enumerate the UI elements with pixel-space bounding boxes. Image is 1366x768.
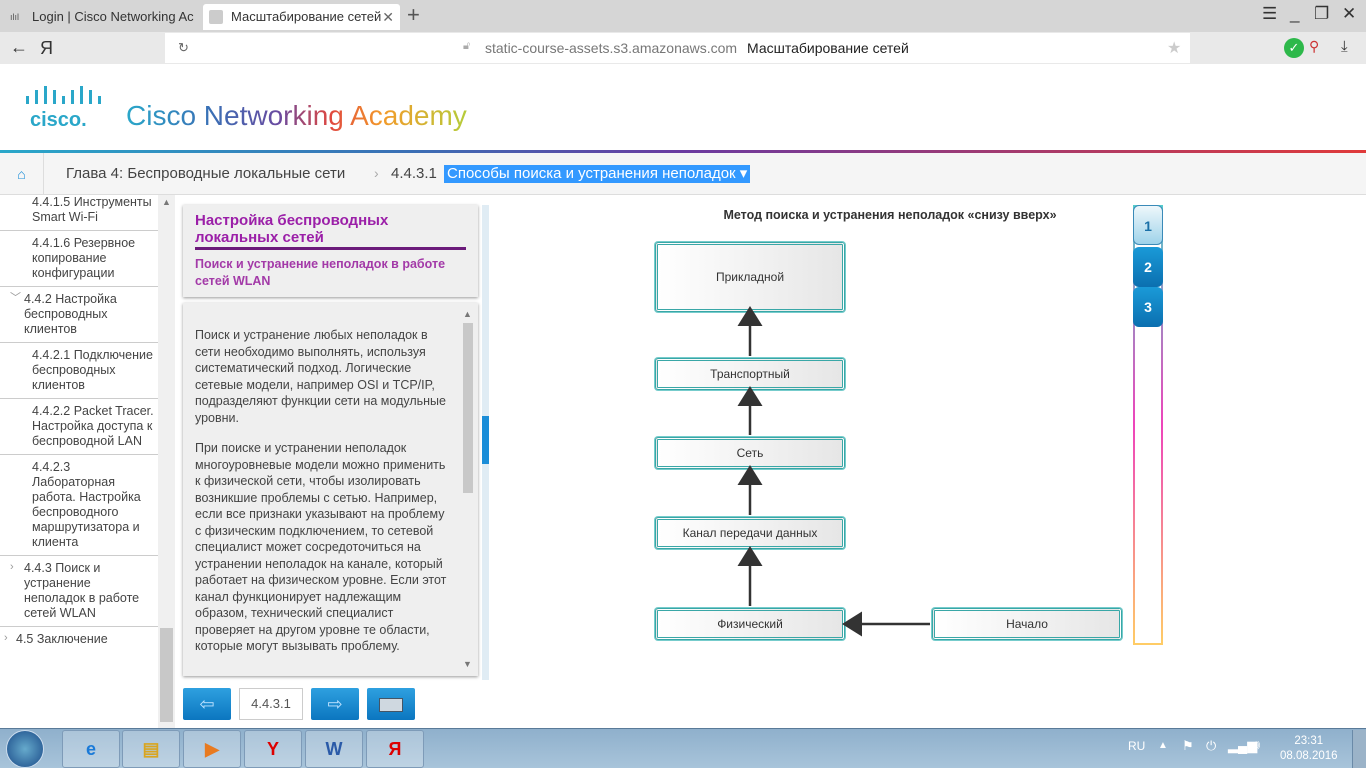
show-desktop-button[interactable] xyxy=(1352,730,1366,768)
breadcrumb-section-dropdown[interactable]: Способы поиска и устранения неполадок ▾ xyxy=(444,165,751,183)
chevron-right-icon: › xyxy=(374,165,379,181)
text-scroll-thumb[interactable] xyxy=(463,323,473,493)
chevron-right-icon: › xyxy=(4,632,8,644)
sidebar-item[interactable]: › 4.4.3 Поиск и устранение неполадок в ра… xyxy=(0,556,158,627)
bookmark-star-icon[interactable]: ★ xyxy=(1167,38,1181,58)
ie-icon[interactable]: e xyxy=(62,730,120,768)
prev-button[interactable]: ⇦ xyxy=(183,688,231,720)
next-button[interactable]: ⇨ xyxy=(311,688,359,720)
download-icon[interactable]: ⤓ xyxy=(1341,38,1348,55)
menu-icon[interactable]: ☰ xyxy=(1262,4,1277,24)
minimize-button[interactable]: _ xyxy=(1290,4,1299,24)
scroll-up-icon[interactable]: ▲ xyxy=(463,309,472,319)
svg-text:cisco.: cisco. xyxy=(30,109,87,128)
yandex-browser-icon[interactable]: Y xyxy=(244,730,302,768)
scroll-down-icon[interactable]: ▼ xyxy=(463,659,472,669)
yandex-button[interactable]: Я xyxy=(40,38,53,59)
sidebar-item[interactable]: 4.4.1.5 Инструменты Smart Wi-Fi xyxy=(0,195,158,231)
sidebar-scroll-thumb[interactable] xyxy=(160,628,173,722)
yandex-icon[interactable]: Я xyxy=(366,730,424,768)
step-1-button[interactable]: 1 xyxy=(1133,205,1163,245)
sidebar-item[interactable]: 4.4.2.2 Packet Tracer. Настройка доступа… xyxy=(0,399,158,455)
start-box[interactable]: Начало xyxy=(932,608,1122,640)
url-text[interactable]: static-course-assets.s3.amazonaws.com xyxy=(485,40,737,56)
sidebar: 4.4.1.5 Инструменты Smart Wi-Fi 4.4.1.6 … xyxy=(0,195,158,728)
lock-icon: 🔓︎ xyxy=(463,40,471,52)
back-button[interactable]: ← xyxy=(10,37,28,58)
panel-subtitle: Поиск и устранение неполадок в работе се… xyxy=(195,257,446,288)
content-scroll-thumb[interactable] xyxy=(482,416,489,464)
close-tab-icon[interactable]: ✕ xyxy=(382,4,394,30)
title-underline xyxy=(195,247,466,250)
clock[interactable]: 23:31 08.08.2016 xyxy=(1280,734,1338,764)
tab-active[interactable]: Масштабирование сетей ✕ xyxy=(203,4,400,30)
new-tab-button[interactable]: + xyxy=(407,2,420,28)
cisco-icon: ılıl xyxy=(10,12,19,22)
restore-button[interactable]: ❐ xyxy=(1314,4,1329,24)
sidebar-item[interactable]: 4.4.1.6 Резервное копирование конфигурац… xyxy=(0,231,158,287)
sidebar-item[interactable]: 4.4.2.1 Подключение беспроводных клиенто… xyxy=(0,343,158,399)
fullscreen-button[interactable] xyxy=(367,688,415,720)
action-center-flag-icon[interactable]: ⚑ xyxy=(1182,738,1194,754)
word-icon[interactable]: W xyxy=(305,730,363,768)
page-number-field[interactable]: 4.4.3.1 xyxy=(239,688,303,720)
chevron-right-icon: › xyxy=(10,561,14,573)
text-panel: Поиск и устранение любых неполадок в сет… xyxy=(183,303,478,676)
language-indicator[interactable]: RU xyxy=(1128,739,1145,753)
sidebar-item[interactable]: 4.4.2.3 Лабораторная работа. Настройка б… xyxy=(0,455,158,556)
breadcrumb-chapter[interactable]: Глава 4: Беспроводные локальные сети xyxy=(66,165,345,182)
scroll-up-icon[interactable]: ▲ xyxy=(162,197,171,207)
paragraph: При поиске и устранении неполадок многоу… xyxy=(195,441,447,653)
step-2-button[interactable]: 2 xyxy=(1133,247,1163,287)
sidebar-item[interactable]: › 4.5 Заключение xyxy=(0,627,158,652)
home-icon[interactable]: ⌂ xyxy=(0,153,44,195)
diagram-arrows xyxy=(737,306,930,637)
extension-icon[interactable]: ⚲ xyxy=(1309,38,1319,55)
panel-title: Настройка беспроводных локальных сетей xyxy=(195,212,389,246)
breadcrumb-section-number: 4.4.3.1 xyxy=(391,165,437,182)
sidebar-item[interactable]: ﹀ 4.4.2 Настройка беспроводных клиентов xyxy=(0,287,158,343)
power-icon[interactable]: ⏻ xyxy=(1206,738,1216,754)
media-player-icon[interactable]: ▶ xyxy=(183,730,241,768)
diagram-title: Метод поиска и устранения неполадок «сни… xyxy=(723,208,1057,222)
step-3-button[interactable]: 3 xyxy=(1133,287,1163,327)
cisco-logo: cisco. xyxy=(24,84,106,133)
start-button[interactable] xyxy=(6,730,44,768)
tray-expand-icon[interactable]: ▲ xyxy=(1158,740,1168,751)
volume-icon[interactable]: 🔊︎ xyxy=(1252,737,1260,753)
reload-icon[interactable]: ↻ xyxy=(178,40,189,56)
explorer-icon[interactable]: ▤ xyxy=(122,730,180,768)
brand-title: Cisco Networking Academy xyxy=(126,100,467,131)
chevron-down-icon: ﹀ xyxy=(10,292,21,304)
page-icon xyxy=(209,10,223,24)
tab-login[interactable]: ılıl Login | Cisco Networking Ac xyxy=(4,4,194,30)
close-window-button[interactable]: ✕ xyxy=(1342,4,1356,24)
url-page-title: Масштабирование сетей xyxy=(747,40,909,56)
protect-check-icon[interactable]: ✓ xyxy=(1284,38,1304,58)
paragraph: Поиск и устранение любых неполадок в сет… xyxy=(195,328,446,425)
